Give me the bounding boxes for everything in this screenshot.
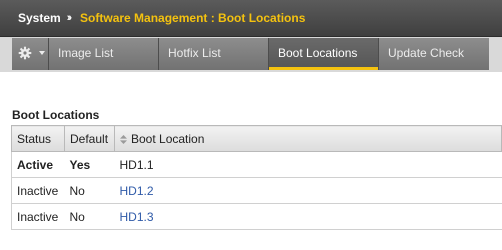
column-header-boot-location-label: Boot Location [131, 131, 205, 146]
row-default: Yes [64, 151, 115, 178]
boot-location-link[interactable]: HD1.2 [120, 184, 154, 198]
breadcrumb: System ›› Software Management : Boot Loc… [0, 0, 502, 36]
chevron-down-icon [39, 50, 46, 55]
section-title: Boot Locations [12, 108, 100, 122]
column-header-status: Status [11, 125, 65, 152]
column-header-boot-location[interactable]: Boot Location [114, 125, 502, 152]
column-header-default: Default [64, 125, 115, 152]
tab-update-check[interactable]: Update Check [379, 38, 489, 70]
sort-icon [120, 134, 127, 144]
row-location-cell: HD1.2 [114, 177, 502, 204]
breadcrumb-root[interactable]: System [18, 11, 61, 25]
boot-locations-table: Status Default Boot Location Active Yes … [11, 125, 502, 230]
breadcrumb-current: Software Management : Boot Locations [80, 11, 306, 25]
settings-menu-button[interactable] [12, 38, 49, 70]
row-status: Inactive [11, 177, 65, 204]
breadcrumb-separator: ›› [66, 12, 73, 24]
row-default: No [64, 177, 115, 204]
table-header-row: Status Default Boot Location [11, 125, 502, 152]
row-status: Inactive [11, 203, 65, 230]
tab-image-list[interactable]: Image List [49, 38, 159, 70]
tab-hotfix-list[interactable]: Hotfix List [159, 38, 269, 70]
gear-icon [18, 46, 32, 60]
table-row: Inactive No HD1.2 [11, 177, 502, 204]
row-default: No [64, 203, 115, 230]
row-status: Active [11, 151, 65, 178]
tab-boot-locations[interactable]: Boot Locations [269, 38, 379, 70]
boot-location-link[interactable]: HD1.3 [120, 210, 154, 224]
row-location: HD1.1 [114, 151, 502, 178]
row-location-cell: HD1.3 [114, 203, 502, 230]
tab-list: Image List Hotfix List Boot Locations Up… [12, 38, 489, 70]
table-row: Inactive No HD1.3 [11, 203, 502, 230]
tab-bar: Image List Hotfix List Boot Locations Up… [0, 36, 502, 72]
table-row: Active Yes HD1.1 [11, 151, 502, 178]
